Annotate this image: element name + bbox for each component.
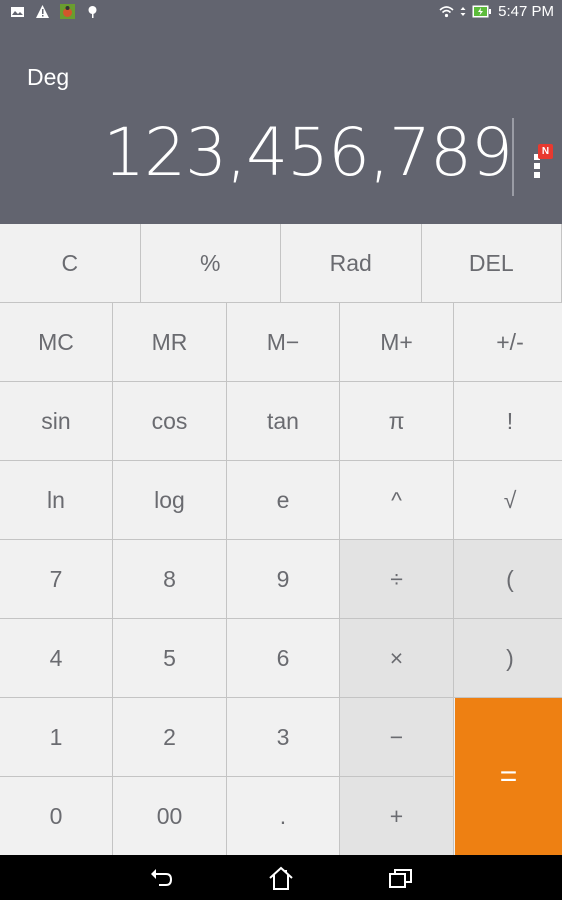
recent-apps-icon[interactable] — [386, 863, 416, 893]
tan-key[interactable]: tan — [227, 382, 340, 461]
mr-key[interactable]: MR — [113, 303, 227, 382]
battery-charging-icon — [472, 5, 492, 18]
m-minus-key[interactable]: M− — [227, 303, 340, 382]
android-debug-icon — [88, 6, 97, 18]
add-key[interactable]: + — [340, 777, 454, 856]
digit-2-key[interactable]: 2 — [113, 698, 227, 777]
digit-4-key[interactable]: 4 — [0, 619, 113, 698]
clock: 5:47 PM — [498, 3, 554, 20]
angle-mode-indicator: Deg — [27, 64, 70, 90]
status-bar: 5:47 PM — [0, 0, 562, 26]
delete-key[interactable]: DEL — [421, 224, 562, 303]
display-value: 123,456,789 — [103, 114, 513, 191]
negate-key[interactable]: +/- — [454, 303, 562, 382]
navigation-bar — [0, 855, 562, 900]
log-key[interactable]: log — [113, 461, 227, 540]
cos-key[interactable]: cos — [113, 382, 227, 461]
wifi-icon — [439, 6, 454, 18]
multiply-key[interactable]: × — [340, 619, 454, 698]
e-key[interactable]: e — [227, 461, 340, 540]
home-icon[interactable] — [266, 863, 296, 893]
data-arrows-icon — [460, 7, 466, 16]
m-plus-key[interactable]: M+ — [340, 303, 454, 382]
keypad: C% Rad DEL MC MR M− M+ +/- sin cos tan π! ln log e ^ √ 7 8… — [0, 224, 562, 856]
close-paren-key[interactable]: ) — [454, 619, 562, 698]
digit-5-key[interactable]: 5 — [113, 619, 227, 698]
digit-9-key[interactable]: 9 — [227, 540, 340, 619]
warning-icon — [36, 5, 49, 18]
bug-app-icon — [60, 4, 75, 19]
digit-8-key[interactable]: 8 — [113, 540, 227, 619]
mc-key[interactable]: MC — [0, 303, 113, 382]
pi-key[interactable]: π — [340, 382, 454, 461]
sin-key[interactable]: sin — [0, 382, 113, 461]
double-zero-key[interactable]: 00 — [113, 777, 227, 856]
sqrt-key[interactable]: √ — [454, 461, 562, 540]
text-cursor — [512, 118, 514, 196]
calculator-display: Deg 123,456,789 N — [0, 26, 562, 224]
rad-key[interactable]: Rad — [281, 224, 422, 303]
open-paren-key[interactable]: ( — [454, 540, 562, 619]
clear-key[interactable]: C — [0, 224, 141, 303]
back-icon[interactable] — [146, 863, 176, 893]
decimal-key[interactable]: . — [227, 777, 340, 856]
digit-0-key[interactable]: 0 — [0, 777, 113, 856]
subtract-key[interactable]: − — [340, 698, 454, 777]
power-key[interactable]: ^ — [340, 461, 454, 540]
image-notification-icon — [11, 7, 24, 17]
digit-1-key[interactable]: 1 — [0, 698, 113, 777]
equals-key[interactable]: = — [455, 698, 562, 855]
digit-6-key[interactable]: 6 — [227, 619, 340, 698]
digit-3-key[interactable]: 3 — [227, 698, 340, 777]
factorial-key[interactable]: ! — [454, 382, 562, 461]
digit-7-key[interactable]: 7 — [0, 540, 113, 619]
new-badge: N — [538, 144, 553, 159]
divide-key[interactable]: ÷ — [340, 540, 454, 619]
percent-key[interactable]: % — [140, 224, 281, 303]
ln-key[interactable]: ln — [0, 461, 113, 540]
